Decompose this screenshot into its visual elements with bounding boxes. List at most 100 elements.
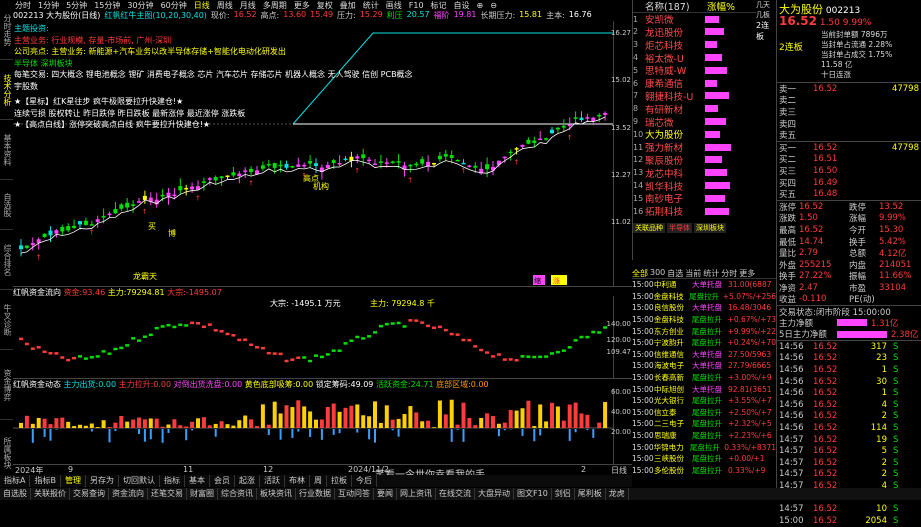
alert-row[interactable]: 15:00三峡股份尾盘拉升+0.00/+1: [632, 453, 776, 465]
list-tab-0[interactable]: 关联品种: [633, 223, 665, 233]
toolbar-item-11[interactable]: 复权: [315, 0, 335, 10]
alert-row[interactable]: 15:00多伦股份尾盘拉升0.33%/+9: [632, 465, 776, 477]
indicator-tab-3[interactable]: 另存为: [86, 475, 119, 487]
indicator-tab-10[interactable]: 布林: [285, 475, 310, 487]
bottom-nav-15[interactable]: 剑侣: [552, 488, 575, 500]
indicator-tab-1[interactable]: 指标B: [30, 475, 61, 487]
tick-tab-4[interactable]: 统计: [703, 268, 719, 278]
toolbar-item-10[interactable]: 更多: [292, 0, 312, 10]
alert-row[interactable]: 15:00思瑞康尾盘拉升+2.23%/+6: [632, 430, 776, 442]
toolbar-item-4[interactable]: 30分钟: [125, 0, 155, 10]
toolbar-item-18[interactable]: ⊕: [475, 1, 486, 10]
stock-list-row[interactable]: 5思特威-W: [633, 64, 756, 77]
stock-list-row[interactable]: 8有研新材: [633, 102, 756, 115]
bottom-nav-12[interactable]: 在线交流: [436, 488, 475, 500]
list-tab-1[interactable]: 半导体: [667, 223, 692, 233]
bottom-nav-13[interactable]: 大盘异动: [475, 488, 514, 500]
stock-list-row[interactable]: 13龙芯中科: [633, 166, 756, 179]
stock-list-row[interactable]: 1安凯微: [633, 13, 756, 26]
toolbar-item-19[interactable]: ⊖: [488, 1, 499, 10]
toolbar-item-14[interactable]: 画线: [384, 0, 404, 10]
stock-list-row[interactable]: 7翱捷科技-U: [633, 90, 756, 103]
indicator-tab-0[interactable]: 指标A: [0, 475, 30, 487]
side-tab-rank[interactable]: 综合排名: [0, 230, 13, 290]
toolbar-item-6[interactable]: 日线: [192, 0, 212, 10]
alert-row[interactable]: 15:00宁波韵升尾盘拉升+0.24%/+70: [632, 337, 776, 349]
list-col-name[interactable]: 名称(187): [645, 0, 707, 13]
alert-row[interactable]: 15:00中利通大单托盘31.00(6887: [632, 279, 776, 291]
list-tab-2[interactable]: 深圳板块: [694, 223, 726, 233]
bottom-nav-14[interactable]: 图文F10: [514, 488, 552, 500]
toolbar-item-1[interactable]: 1分钟: [36, 0, 61, 10]
indicator-tab-9[interactable]: 活跃: [260, 475, 285, 487]
toolbar-item-3[interactable]: 15分钟: [92, 0, 122, 10]
toolbar-item-13[interactable]: 统计: [361, 0, 381, 10]
toolbar-item-16[interactable]: 标记: [429, 0, 449, 10]
bottom-nav-2[interactable]: 交易查询: [70, 488, 109, 500]
indicator-tab-8[interactable]: 起涨: [235, 475, 260, 487]
stock-list-row[interactable]: 11强力新材: [633, 141, 756, 154]
low-indicator-name[interactable]: 红帆资金动态: [13, 380, 64, 388]
indicator-tab-6[interactable]: 基本: [185, 475, 210, 487]
tick-tab-6[interactable]: 更多: [739, 268, 755, 278]
alert-row[interactable]: 15:00光大银行尾盘拉升+3.55%/+7: [632, 395, 776, 407]
alert-row[interactable]: 15:00二三电子尾盘拉升+2.32%/+5: [632, 418, 776, 430]
alert-row[interactable]: 15:00金盘科技尾盘拉升+5.07%/+256: [632, 291, 776, 303]
indicator-tab-11[interactable]: 周: [310, 475, 327, 487]
toolbar-item-8[interactable]: 月线: [238, 0, 258, 10]
side-tab-diagnosis[interactable]: 牛叉诊断: [0, 290, 13, 350]
toolbar-item-15[interactable]: F10: [407, 1, 426, 10]
bottom-nav-8[interactable]: 行业数据: [296, 488, 335, 500]
stock-list-row[interactable]: 9瑞芯微: [633, 115, 756, 128]
stock-list-row[interactable]: 12聚辰股份: [633, 154, 756, 167]
tick-tab-3[interactable]: 当前: [685, 268, 701, 278]
toolbar-item-0[interactable]: 分时: [13, 0, 33, 10]
toolbar-item-12[interactable]: 叠加: [338, 0, 358, 10]
stock-list-row[interactable]: 6康希通信: [633, 77, 756, 90]
toolbar-item-17[interactable]: 自设: [452, 0, 472, 10]
alert-row[interactable]: 15:00中际旭创大单托盘92.81(3651: [632, 383, 776, 395]
stock-list-row[interactable]: 16拓荆科技: [633, 205, 756, 218]
bottom-nav-11[interactable]: 网上资讯: [397, 488, 436, 500]
alert-row[interactable]: 15:00东方创业尾盘拉升+9.99%/+22: [632, 325, 776, 337]
toolbar-item-5[interactable]: 60分钟: [159, 0, 189, 10]
bottom-nav-1[interactable]: 关联报价: [31, 488, 70, 500]
stock-list-row[interactable]: 4裕太微-U: [633, 51, 756, 64]
side-tab-timeshare[interactable]: 分时走势: [0, 0, 13, 60]
alert-row[interactable]: 15:00华锦电力尾盘拉升0.33%/+8371: [632, 441, 776, 453]
indicator-tab-5[interactable]: 指标: [160, 475, 185, 487]
indicator-tab-2[interactable]: 管理: [61, 475, 86, 487]
side-tab-watchlist[interactable]: 自选股: [0, 180, 13, 230]
alert-row[interactable]: 15:00信立泰尾盘拉升+2.50%/+7: [632, 407, 776, 419]
bottom-nav-6[interactable]: 综合资讯: [218, 488, 257, 500]
toolbar-item-9[interactable]: 多周期: [261, 0, 289, 10]
tick-tab-2[interactable]: 自选: [667, 268, 683, 278]
stock-list-row[interactable]: 15南砂电子: [633, 192, 756, 205]
side-tab-technical[interactable]: 技术分析: [0, 60, 13, 120]
stock-list-row[interactable]: 10大为股份: [633, 128, 756, 141]
tick-tab-0[interactable]: 全部: [632, 268, 648, 278]
bottom-nav-0[interactable]: 自选股: [0, 488, 31, 500]
alert-row[interactable]: 15:00良信股份大单托盘16.48/3046: [632, 302, 776, 314]
bottom-nav-4[interactable]: 还笔交易: [148, 488, 187, 500]
stock-list-row[interactable]: 3炬芯科技: [633, 38, 756, 51]
bottom-nav-9[interactable]: 互动问答: [335, 488, 374, 500]
low-indicator-chart[interactable]: [13, 388, 613, 464]
bottom-nav-17[interactable]: 龙虎: [606, 488, 629, 500]
bottom-nav-5[interactable]: 财富圈: [187, 488, 218, 500]
tick-tab-1[interactable]: 300: [650, 268, 665, 278]
toolbar-item-7[interactable]: 周线: [215, 0, 235, 10]
indicator-tab-4[interactable]: 切回默认: [119, 475, 160, 487]
alert-row[interactable]: 15:00长春高新尾盘拉升+3.00%/+9: [632, 372, 776, 384]
list-col-pct[interactable]: 涨幅%: [707, 0, 747, 13]
indicator-tab-7[interactable]: 会员: [210, 475, 235, 487]
main-kline-chart[interactable]: ↑↑↑↑↑↑↑↑↑↑↑买博龙霸天机构高点缩涨: [13, 21, 613, 286]
bottom-nav-10[interactable]: 要闻: [374, 488, 397, 500]
indicator-tab-13[interactable]: 今后: [352, 475, 377, 487]
alert-row[interactable]: 15:00信维通信大单托盘27.50/5963: [632, 349, 776, 361]
bottom-nav-3[interactable]: 资金流向: [109, 488, 148, 500]
alert-row[interactable]: 15:00金盘科技尾盘拉升+0.67%/+73: [632, 314, 776, 326]
indicator-name[interactable]: 红帆红牛主图(10,20,30,40): [104, 10, 207, 21]
toolbar-item-2[interactable]: 5分钟: [64, 0, 89, 10]
alert-row[interactable]: 15:00海波电子大单托盘27.79/6665: [632, 360, 776, 372]
